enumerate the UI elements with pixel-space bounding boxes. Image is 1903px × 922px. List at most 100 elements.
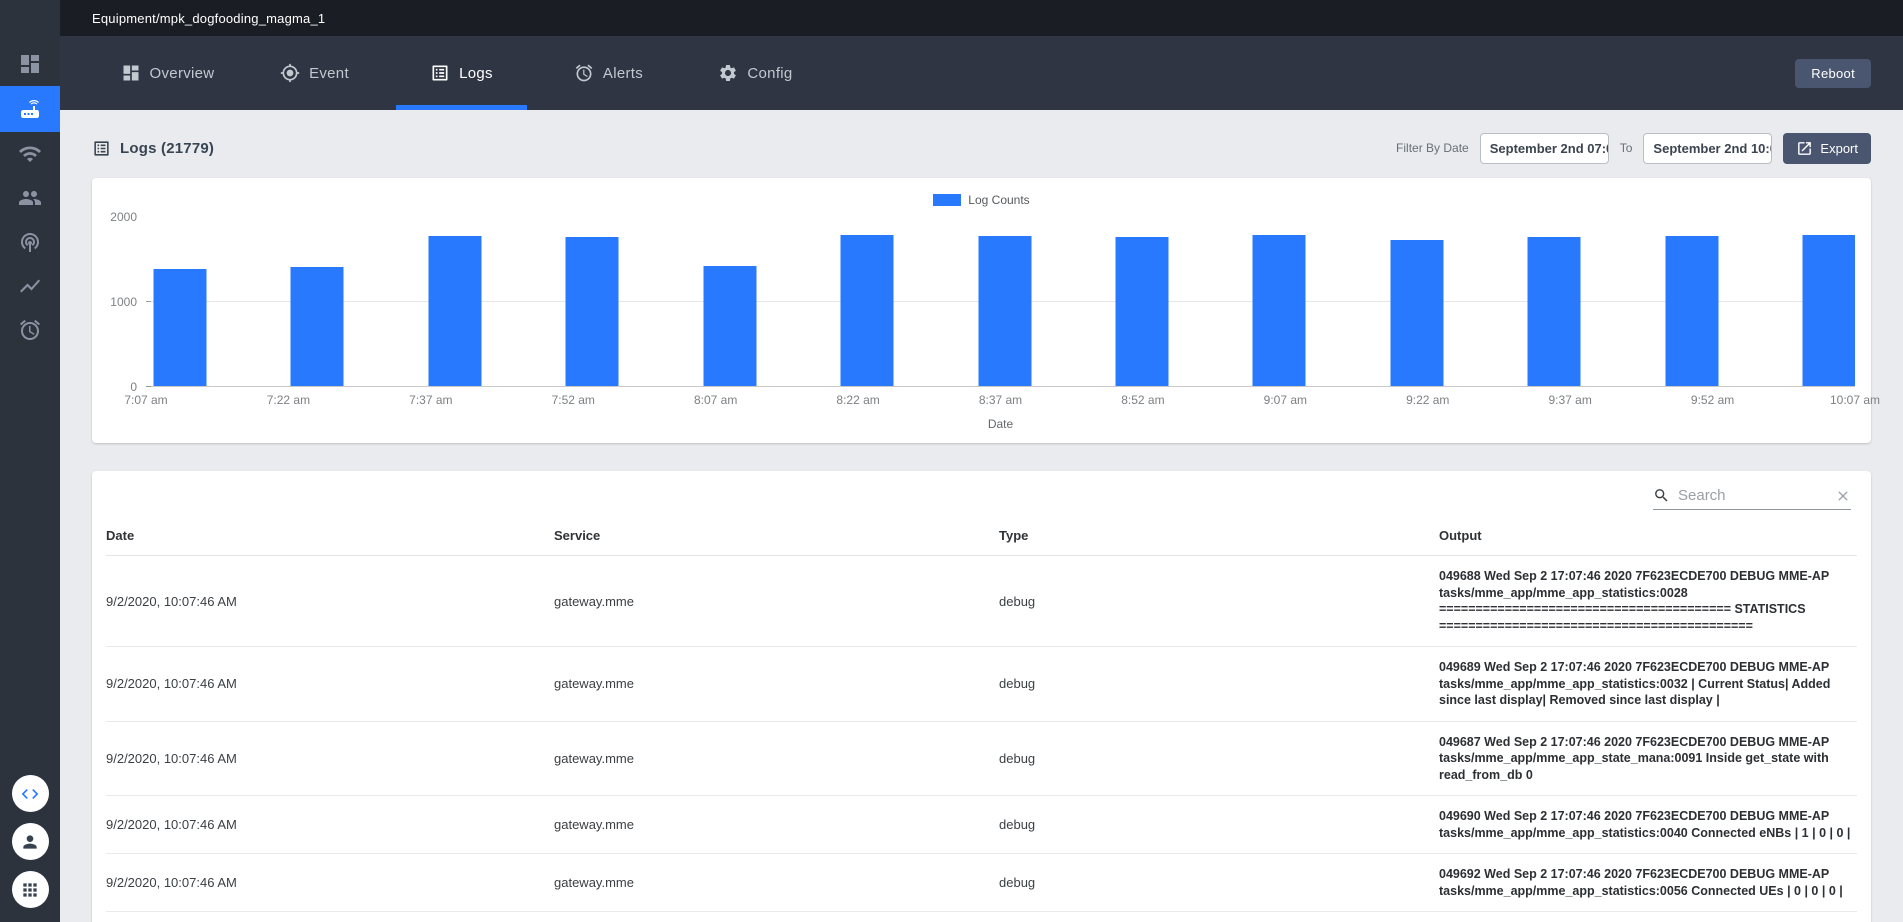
bar-8-52-am[interactable] [1115,237,1168,386]
search-icon [1653,487,1670,504]
clear-search-icon[interactable] [1835,488,1851,504]
bar-10-07-am[interactable] [1803,235,1856,386]
tab-label: Config [747,65,792,82]
chart-body: 010002000 [108,217,1855,387]
page-content: Logs (21779) Filter By Date September 2n… [60,110,1903,922]
alarm-icon [18,318,42,342]
service-cell: gateway.mme [554,594,999,609]
sidebar-footer [12,775,49,922]
type-cell: debug [999,751,1439,766]
my-location-icon [280,63,300,83]
search-row [106,471,1857,512]
end-date-input[interactable]: September 2nd 10:07 [1643,133,1772,164]
bar-8-22-am[interactable] [841,235,894,386]
sidebar-item-call-tracing[interactable] [0,220,60,264]
tab-config[interactable]: Config [682,36,829,110]
sidebar-version-button[interactable] [12,775,49,812]
x-tick-label: 8:52 am [1121,393,1164,407]
left-sidebar [0,0,60,922]
chart-y-axis: 010002000 [108,217,146,387]
tab-overview[interactable]: Overview [94,36,241,110]
bar-7-52-am[interactable] [566,237,619,386]
bar-8-07-am[interactable] [703,266,756,386]
output-cell: 049690 Wed Sep 2 17:07:46 2020 7F623ECDE… [1439,808,1857,841]
sidebar-item-alarms[interactable] [0,308,60,352]
x-tick-label: 8:22 am [836,393,879,407]
output-cell: 049687 Wed Sep 2 17:07:46 2020 7F623ECDE… [1439,734,1857,784]
bar-9-37-am[interactable] [1528,237,1581,386]
bar-7-07-am[interactable] [154,269,207,386]
x-tick-label: 7:52 am [552,393,595,407]
code-icon [20,784,40,804]
x-tick-label: 9:52 am [1691,393,1734,407]
type-cell: debug [999,594,1439,609]
chart-plot [146,217,1855,387]
bar-9-07-am[interactable] [1253,235,1306,386]
date-cell: 9/2/2020, 10:07:46 AM [106,751,554,766]
search-box [1653,487,1851,510]
sidebar-item-metrics[interactable] [0,264,60,308]
dashboard-icon [18,52,42,76]
type-cell: debug [999,817,1439,832]
gear-icon [718,63,738,83]
tab-logs[interactable]: Logs [388,36,535,110]
logs-list-icon [92,139,111,158]
people-icon [18,186,42,210]
bar-7-22-am[interactable] [291,267,344,386]
bar-7-37-am[interactable] [428,236,481,386]
sidebar-apps-button[interactable] [12,871,49,908]
chart-legend: Log Counts [108,191,1855,209]
output-cell: 049689 Wed Sep 2 17:07:46 2020 7F623ECDE… [1439,659,1857,709]
legend-swatch [933,194,961,206]
table-row: 9/2/2020, 10:07:46 AMgateway.mmedebug049… [106,722,1857,797]
bar-9-22-am[interactable] [1390,240,1443,386]
sidebar-item-equipment[interactable] [0,86,60,132]
sidebar-item-dashboard[interactable] [0,42,60,86]
y-tick-label: 1000 [110,295,137,309]
export-icon [1796,140,1813,157]
table-body: 9/2/2020, 10:07:46 AMgateway.mmedebug049… [106,556,1857,912]
tab-event[interactable]: Event [241,36,388,110]
export-button[interactable]: Export [1783,133,1871,164]
column-header-output: Output [1439,528,1857,543]
y-tick-label: 0 [130,380,137,394]
date-cell: 9/2/2020, 10:07:46 AM [106,875,554,890]
date-filters: Filter By Date September 2nd 07:07 To Se… [1396,133,1871,164]
start-date-input[interactable]: September 2nd 07:07 [1480,133,1609,164]
x-tick-label: 9:37 am [1548,393,1591,407]
chart-line-icon [18,274,42,298]
x-tick-label: 8:07 am [694,393,737,407]
y-tick-label: 2000 [110,210,137,224]
export-label: Export [1820,141,1858,156]
app-root: Equipment/mpk_dogfooding_magma_1 Overvie… [0,0,1903,922]
tab-label: Alerts [603,65,643,82]
tab-label: Event [309,65,349,82]
column-header-service: Service [554,528,999,543]
x-tick-label: 7:22 am [267,393,310,407]
sidebar-item-subscribers[interactable] [0,176,60,220]
bar-9-52-am[interactable] [1665,236,1718,386]
sidebar-nav [0,42,60,352]
wifi-tethering-icon [18,230,42,254]
alarm-icon [574,63,594,83]
table-row: 9/2/2020, 10:07:46 AMgateway.mmedebug049… [106,854,1857,912]
sidebar-account-button[interactable] [12,823,49,860]
sidebar-item-network[interactable] [0,132,60,176]
output-cell: 049688 Wed Sep 2 17:07:46 2020 7F623ECDE… [1439,568,1857,634]
search-input[interactable] [1678,487,1827,504]
table-row: 9/2/2020, 10:07:46 AMgateway.mmedebug049… [106,796,1857,854]
reboot-button[interactable]: Reboot [1795,59,1871,88]
bar-8-37-am[interactable] [978,236,1031,386]
x-tick-label: 7:07 am [124,393,167,407]
main-area: Equipment/mpk_dogfooding_magma_1 Overvie… [60,0,1903,922]
table-row: 9/2/2020, 10:07:46 AMgateway.mmedebug049… [106,647,1857,722]
chart-x-axis: 7:07 am7:22 am7:37 am7:52 am8:07 am8:22 … [146,393,1855,409]
breadcrumb: Equipment/mpk_dogfooding_magma_1 [92,11,325,26]
x-tick-label: 10:07 am [1830,393,1880,407]
tab-alerts[interactable]: Alerts [535,36,682,110]
breadcrumb-bar: Equipment/mpk_dogfooding_magma_1 [60,0,1903,36]
x-tick-label: 7:37 am [409,393,452,407]
wifi-icon [18,142,42,166]
tab-bar: Overview Event Logs Alerts Config Reboot [60,36,1903,110]
list-alt-icon [430,63,450,83]
